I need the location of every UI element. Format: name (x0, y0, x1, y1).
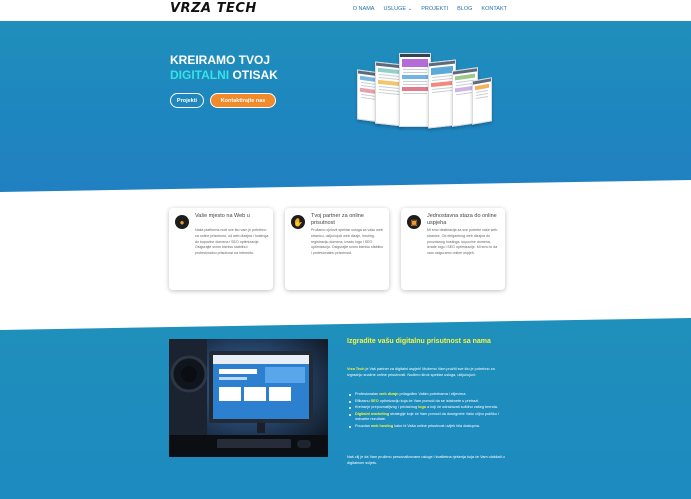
list-item-text: a koji će odražavati suštinu vašeg brend… (426, 405, 498, 410)
nav-item-blog[interactable]: BLOG (457, 6, 472, 12)
card-text: Naša platforma nudi sve što vam je potre… (195, 228, 269, 256)
list-item: Profesionalan web dizajn prilagođen Vaši… (349, 392, 509, 398)
workspace-illustration (169, 339, 328, 457)
site-header: VRZA TECH O NAMA USLUGE ⌄ PROJEKTI BLOG … (0, 0, 691, 21)
hero-title: KREIRAMO TVOJ DIGITALNI OTISAK (170, 53, 278, 83)
mockup-screen (399, 53, 431, 127)
list-item: Kreiranje prepoznatljivog i privlačnog l… (349, 405, 509, 411)
document-icon: ▣ (407, 215, 421, 229)
projects-button[interactable]: Projekti (170, 93, 204, 108)
about-title: Izgradite vašu digitalnu prisutnost sa n… (347, 338, 491, 345)
hero-title-line1: KREIRAMO TVOJ (170, 53, 271, 67)
list-item-highlight: web dizajn (379, 392, 399, 396)
list-item: Pouzdan web hosting kako bi Vaša online … (349, 424, 509, 430)
nav-item-kontakt[interactable]: KONTAKT (481, 6, 507, 12)
list-item-text: Efikasnu (355, 398, 371, 403)
website-mockups-illustration (355, 49, 495, 144)
about-intro-brand: Vrza Tech (347, 367, 365, 371)
about-intro: Vrza Tech je Vaš partner za digitalni us… (347, 367, 507, 378)
list-item-highlight: web hosting (371, 423, 394, 428)
about-intro-text: je Vaš partner za digitalni uspjeh! Može… (347, 367, 495, 377)
list-item-highlight: Digitalni marketing (355, 411, 390, 416)
list-item-text: kako bi Vaša online prisutnost uvijek bi… (393, 423, 480, 428)
site-logo[interactable]: VRZA TECH (170, 1, 257, 16)
contact-button[interactable]: Kontaktirajte nas (210, 93, 276, 108)
list-item-text: Kreiranje prepoznatljivog i privlačnog (355, 405, 419, 410)
card-text: Mi smo destinacija za sve potrebe vaše w… (427, 228, 498, 256)
list-item: Digitalni marketing strategije koje će V… (349, 412, 509, 423)
hero-title-accent: DIGITALNI (170, 68, 230, 82)
feature-card: ✋ Tvoj partner za online prisutnost Pruž… (285, 208, 389, 290)
list-item-highlight: logo (418, 405, 427, 410)
feature-card: ▣ Jednostavna staza do online uspjeha Mi… (401, 208, 505, 290)
card-title: Tvoj partner za online prisutnost (311, 213, 364, 226)
hero-title-rest: OTISAK (229, 68, 278, 82)
list-item-text: Pouzdan (355, 423, 372, 428)
lightbulb-icon: ● (175, 215, 189, 229)
about-outro: Naš cilj je da Vam pružimo personalizova… (347, 455, 505, 465)
feature-card: ● Vaše mjesto na Web u Naša platforma nu… (169, 208, 273, 290)
services-list: Profesionalan web dizajn prilagođen Vaši… (349, 392, 509, 431)
card-title: Vaše mjesto na Web u (195, 213, 250, 219)
list-item-text: Profesionalan (355, 392, 380, 396)
workspace-photo (169, 339, 328, 457)
nav-item-o-nama[interactable]: O NAMA (353, 6, 375, 12)
hero-section (0, 21, 691, 196)
nav-item-usluge[interactable]: USLUGE ⌄ (383, 6, 412, 12)
about-section (0, 330, 691, 499)
card-text: Pružamo cjelovit spektar usluga za vašu … (311, 228, 384, 256)
handshake-icon: ✋ (291, 215, 305, 229)
list-item-highlight: SEO (370, 398, 379, 403)
mockup-screen (472, 77, 492, 125)
list-item-text: optimizaciju koja će Vam pomoći da se is… (378, 398, 480, 403)
nav-item-projekti[interactable]: PROJEKTI (421, 6, 448, 12)
hero-title-line2: DIGITALNI OTISAK (170, 68, 278, 83)
main-nav: O NAMA USLUGE ⌄ PROJEKTI BLOG KONTAKT (353, 6, 507, 12)
card-title: Jednostavna staza do online uspjeha (427, 213, 497, 226)
list-item: Efikasnu SEO optimizaciju koja će Vam po… (349, 399, 509, 405)
list-item-text: prilagođen Vašim potrebama i ciljevima. (398, 392, 467, 396)
